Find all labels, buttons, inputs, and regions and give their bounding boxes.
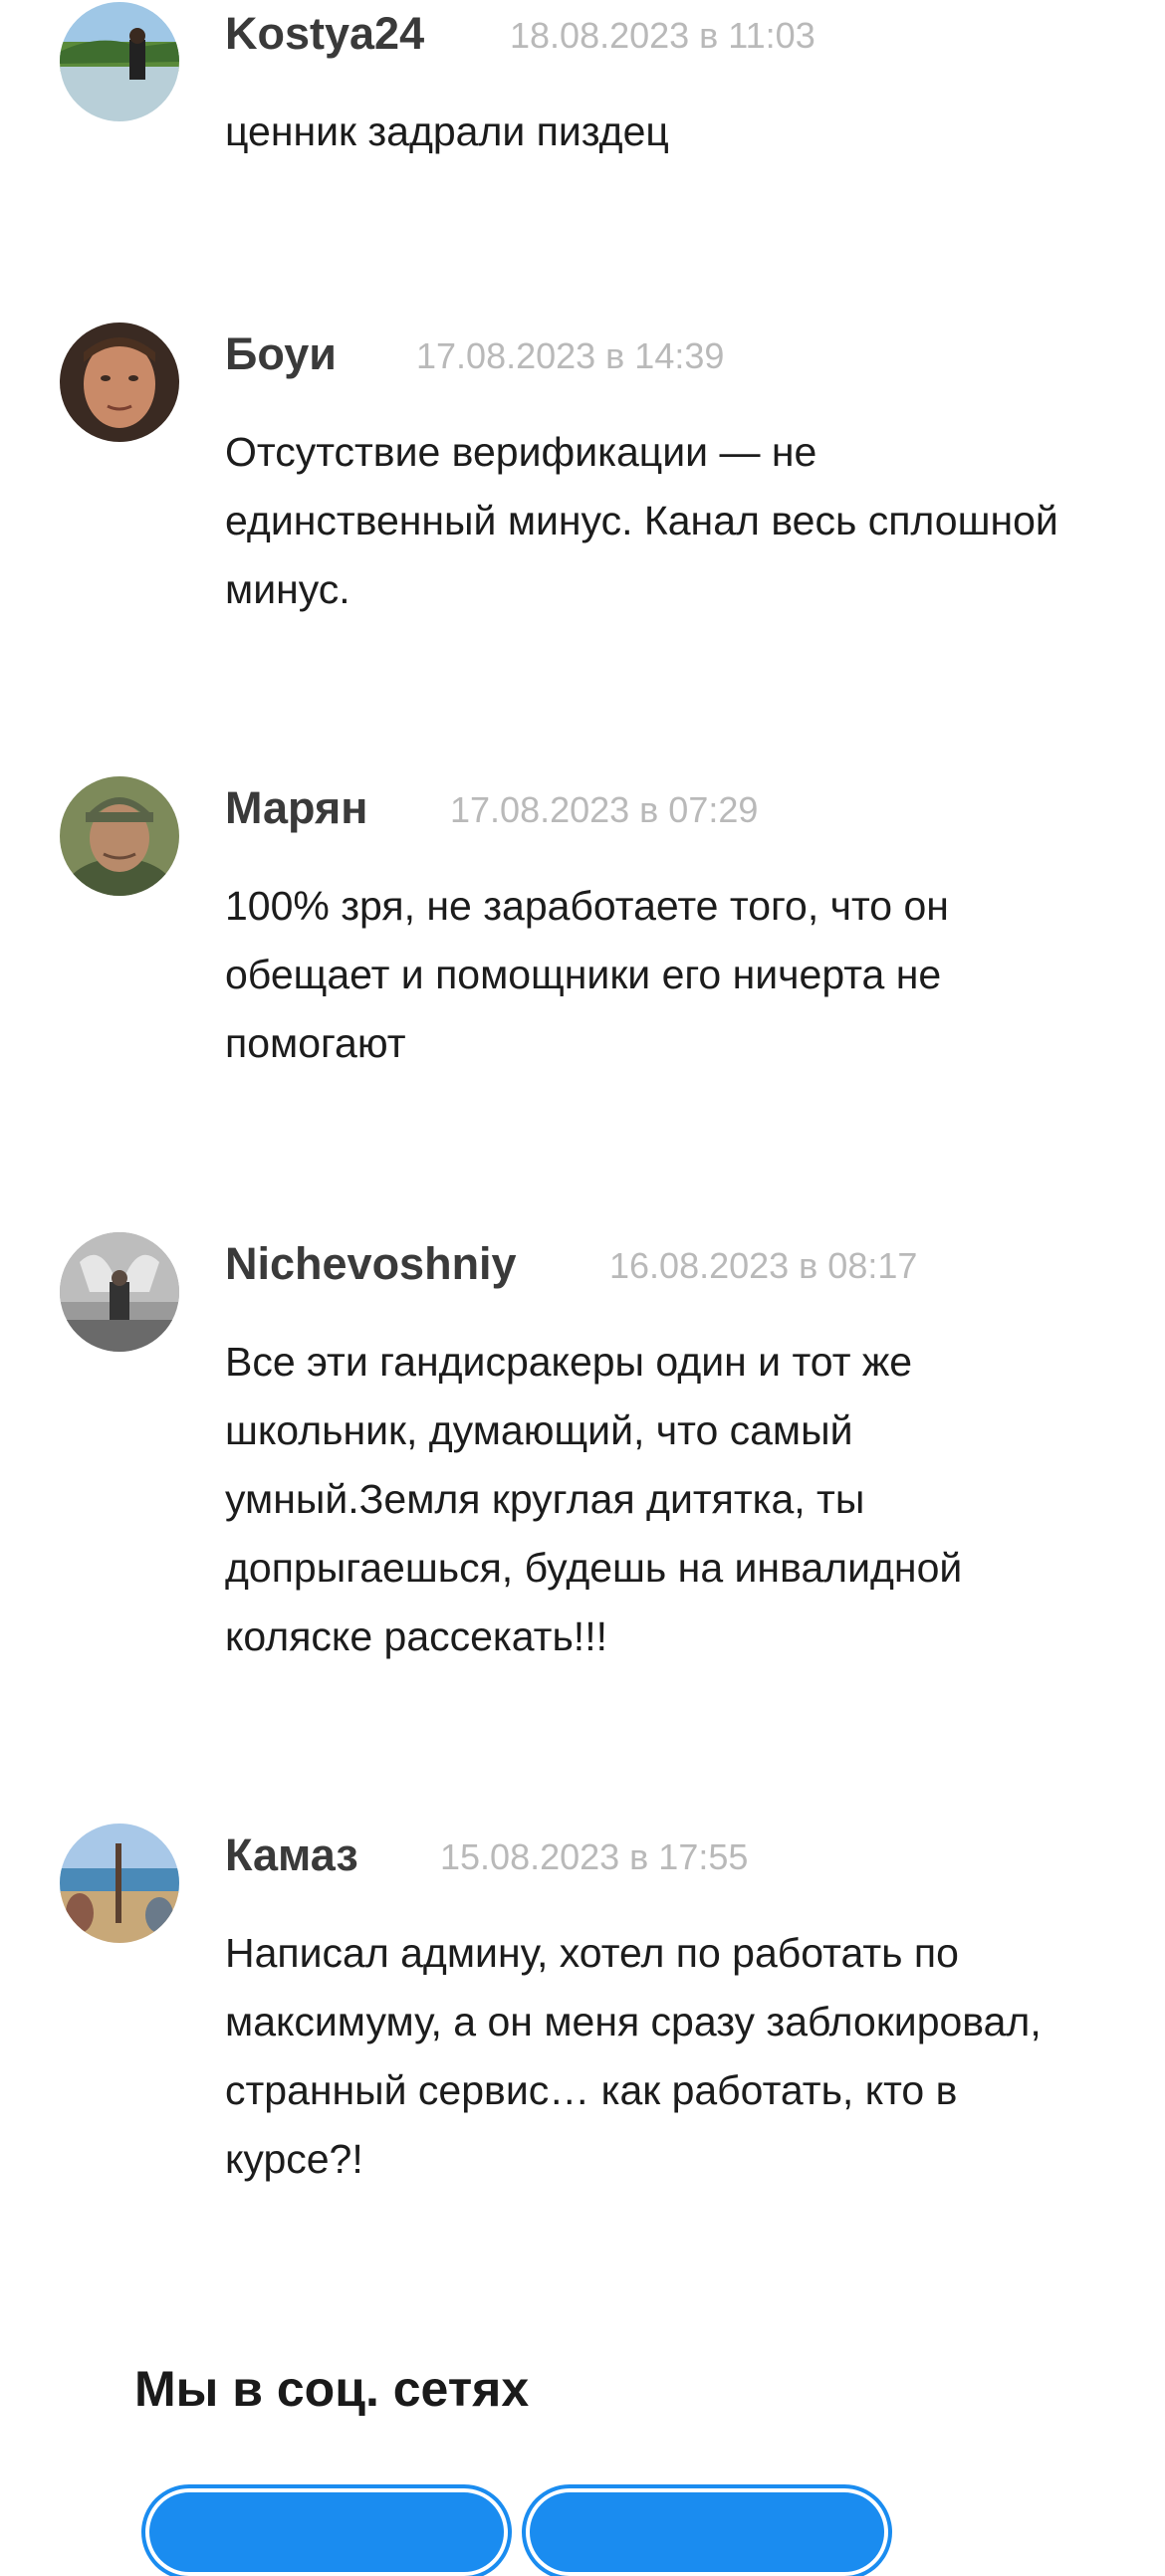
avatar-image: [60, 2, 179, 121]
avatar[interactable]: [60, 322, 179, 442]
comment-author[interactable]: Марян: [225, 776, 367, 840]
comment-author[interactable]: Камаз: [225, 1824, 358, 1887]
avatar[interactable]: [60, 1232, 179, 1352]
social-section-title: Мы в соц. сетях: [134, 2361, 530, 2417]
comment-text: Отсутствие верификации — не единственный…: [225, 429, 1058, 612]
avatar-image: [60, 322, 179, 442]
social-button-1[interactable]: [145, 2488, 508, 2576]
avatar-image: [60, 1824, 179, 1943]
comment-author[interactable]: Kostya24: [225, 2, 424, 66]
social-button-2[interactable]: [526, 2488, 888, 2576]
avatar-image: [60, 1232, 179, 1352]
avatar[interactable]: [60, 776, 179, 896]
comment-date: 15.08.2023 в 17:55: [440, 1836, 749, 1877]
comment-date: 17.08.2023 в 07:29: [450, 789, 759, 830]
comment-date: 17.08.2023 в 14:39: [416, 335, 725, 376]
comment-text: Написал админу, хотел по работать по мак…: [225, 1930, 1042, 2182]
comment-date: 18.08.2023 в 11:03: [510, 15, 816, 56]
comment-text: 100% зря, не заработаете того, что он об…: [225, 883, 949, 1066]
comment-text: ценник задрали пиздец: [225, 108, 669, 154]
comment-author[interactable]: Nichevoshniy: [225, 1232, 517, 1296]
comment-date: 16.08.2023 в 08:17: [609, 1245, 918, 1286]
avatar-image: [60, 776, 179, 896]
comment-text: Все эти гандисракеры один и тот же школь…: [225, 1339, 963, 1659]
comment-author[interactable]: Боуи: [225, 322, 337, 386]
avatar[interactable]: [60, 1824, 179, 1943]
avatar[interactable]: [60, 2, 179, 121]
